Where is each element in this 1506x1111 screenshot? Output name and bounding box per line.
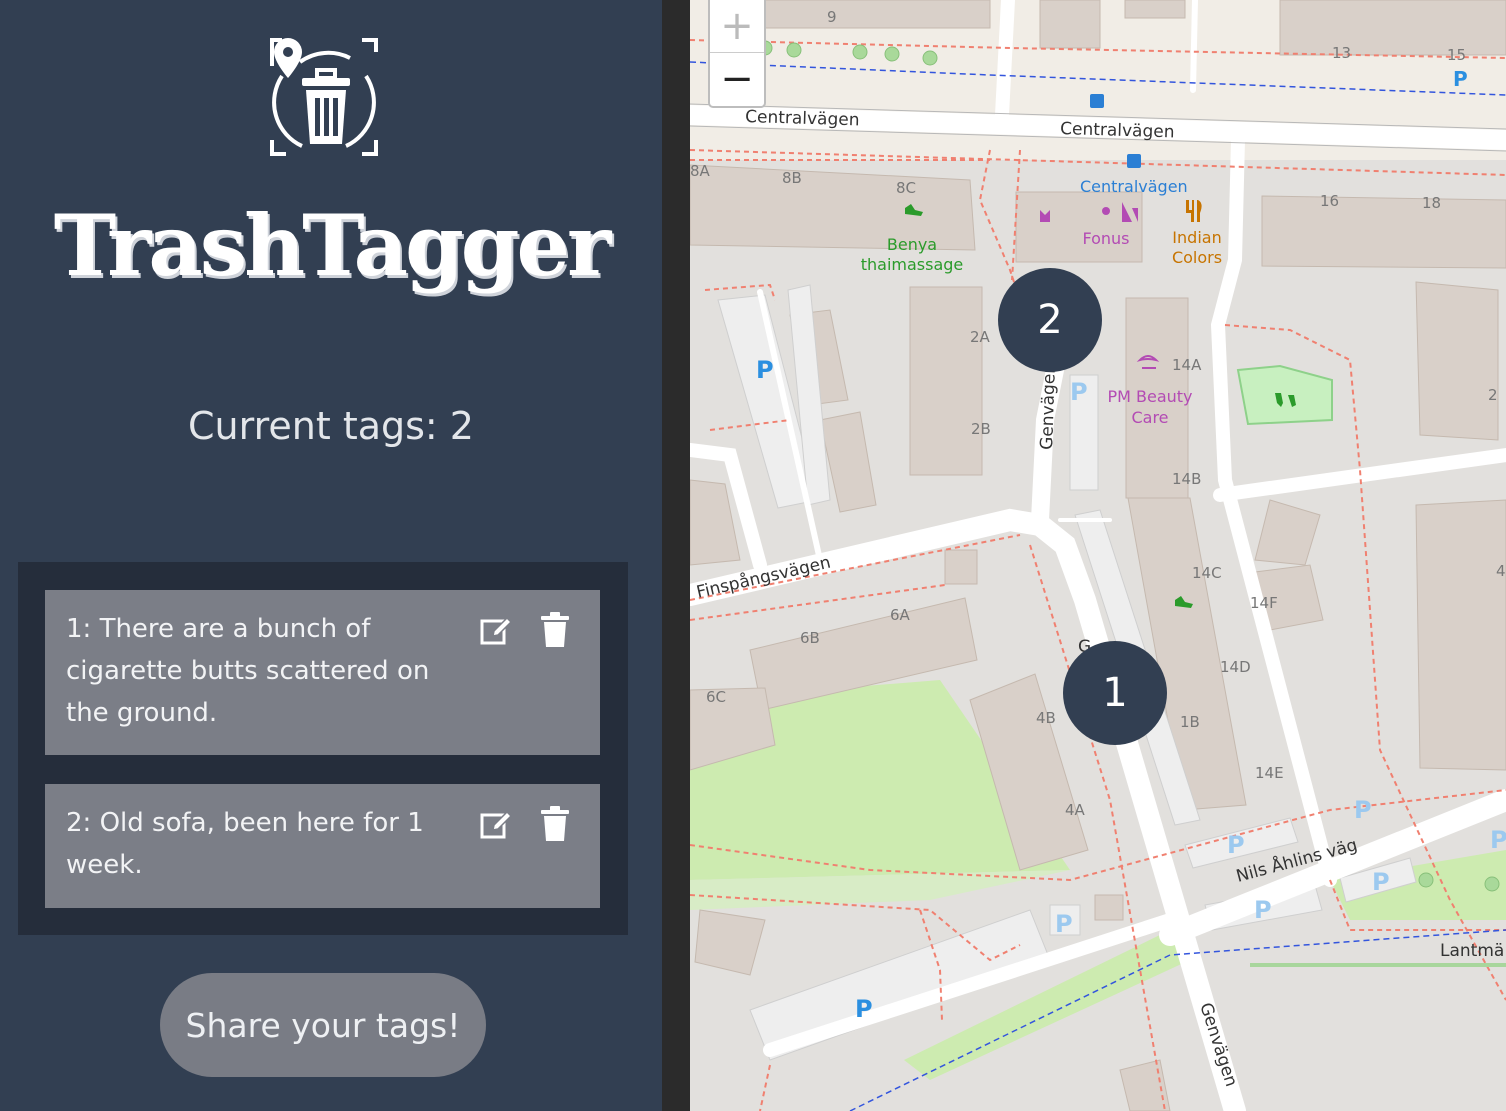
tag-card[interactable]: 1: There are a bunch of cigarette butts … bbox=[45, 590, 600, 755]
house-number: 6B bbox=[800, 629, 820, 647]
street-label: Lantmä bbox=[1440, 941, 1504, 961]
house-number: 16 bbox=[1320, 192, 1339, 210]
house-number: 14A bbox=[1172, 356, 1202, 374]
house-number: 4B bbox=[1036, 709, 1056, 727]
map-marker[interactable]: 1 bbox=[1063, 641, 1167, 745]
house-number: 14F bbox=[1250, 594, 1278, 612]
house-number: 6A bbox=[890, 606, 911, 624]
edit-icon[interactable] bbox=[479, 614, 513, 648]
house-number: 6C bbox=[706, 688, 726, 706]
map[interactable]: Centralvägen Centralvägen Finspångsvägen… bbox=[690, 0, 1506, 1111]
parking-label: P bbox=[1254, 896, 1272, 924]
house-number: 2B bbox=[971, 420, 991, 438]
tag-card[interactable]: 2: Old sofa, been here for 1 week. bbox=[45, 784, 600, 908]
parking-label: P bbox=[1490, 826, 1506, 854]
app-title: TrashTagger bbox=[53, 196, 612, 295]
tag-list: 1: There are a bunch of cigarette butts … bbox=[18, 562, 628, 935]
poi-label: Benya bbox=[887, 235, 937, 254]
street-label: Genvägen bbox=[1037, 363, 1060, 451]
zoom-out-button[interactable]: − bbox=[710, 53, 764, 105]
trash-icon[interactable] bbox=[540, 806, 570, 842]
tag-text: 2: Old sofa, been here for 1 week. bbox=[66, 808, 424, 880]
house-number: 13 bbox=[1332, 44, 1351, 62]
house-number: 2A bbox=[970, 328, 991, 346]
house-number: 2 bbox=[1488, 386, 1498, 404]
trash-location-logo-icon bbox=[270, 38, 378, 156]
sidebar: TrashTagger Current tags: 2 1: There are… bbox=[0, 0, 662, 1111]
street-label: Centralvägen bbox=[1060, 119, 1175, 142]
tag-text: 1: There are a bunch of cigarette butts … bbox=[66, 614, 430, 728]
poi-label: thaimassage bbox=[861, 255, 964, 274]
zoom-control: + − bbox=[708, 0, 766, 108]
house-number: 8C bbox=[896, 179, 916, 197]
house-number: 4 bbox=[1496, 562, 1506, 580]
map-marker[interactable]: 2 bbox=[998, 268, 1102, 372]
current-tags-count: Current tags: 2 bbox=[188, 404, 474, 448]
street-label: Centralvägen bbox=[745, 107, 860, 130]
parking-label: P bbox=[756, 356, 774, 384]
poi-label: PM Beauty bbox=[1107, 387, 1192, 406]
house-number: 14D bbox=[1220, 658, 1251, 676]
house-number: 9 bbox=[827, 8, 837, 26]
poi-label: Indian bbox=[1172, 228, 1221, 247]
parking-label: P bbox=[855, 995, 873, 1023]
edit-icon[interactable] bbox=[479, 808, 513, 842]
house-number: 14C bbox=[1192, 564, 1222, 582]
poi-label: Care bbox=[1131, 408, 1168, 427]
trash-icon[interactable] bbox=[540, 612, 570, 648]
divider bbox=[662, 0, 690, 1111]
house-number: 1B bbox=[1180, 713, 1200, 731]
parking-label: P bbox=[1453, 67, 1468, 91]
map-tiles: Centralvägen Centralvägen Finspångsvägen… bbox=[690, 0, 1506, 1111]
house-number: 15 bbox=[1447, 46, 1466, 64]
house-number: 18 bbox=[1422, 194, 1441, 212]
parking-label: P bbox=[1354, 796, 1372, 824]
house-number: 14B bbox=[1172, 470, 1201, 488]
house-number: 8A bbox=[690, 162, 711, 180]
parking-label: P bbox=[1227, 831, 1245, 859]
house-number: 14E bbox=[1255, 764, 1284, 782]
zoom-in-button[interactable]: + bbox=[710, 0, 764, 53]
parking-label: P bbox=[1070, 378, 1088, 406]
house-number: 8B bbox=[782, 169, 802, 187]
poi-label: Colors bbox=[1172, 248, 1222, 267]
poi-label: Fonus bbox=[1082, 229, 1129, 248]
parking-label: P bbox=[1372, 868, 1390, 896]
bus-stop-label: Centralvägen bbox=[1080, 177, 1188, 196]
share-tags-button[interactable]: Share your tags! bbox=[160, 973, 486, 1077]
house-number: 4A bbox=[1065, 801, 1086, 819]
parking-label: P bbox=[1055, 910, 1073, 938]
